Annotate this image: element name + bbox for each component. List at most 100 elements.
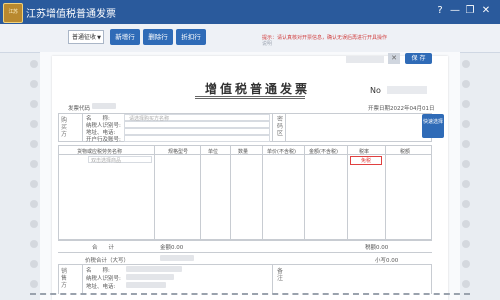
add-row-button[interactable]: 新增行 [110,29,140,45]
logo-text: 江苏 [8,9,18,15]
divider [82,113,83,142]
total-label: 合 计 [92,245,115,251]
buyer-section-label: 购买方 [60,117,67,138]
divider [304,145,305,240]
seller-taxid-label: 纳税人识别号: [86,276,121,282]
feed-hole [462,280,470,288]
notice-text: 提示：请认真核对开票信息，确认无误后再进行开具操作 [262,35,388,41]
title-underline [195,98,305,99]
feed-hole [462,100,470,108]
feed-hole [462,160,470,168]
feed-hole [462,220,470,228]
divider [200,145,201,240]
grand-total-label: 价税合计（大写） [85,258,130,264]
feed-hole [30,280,38,288]
hint-text: 说明 [262,41,273,47]
invoice-no-value [387,86,427,94]
col-tax: 税额 [400,149,411,155]
feed-hole [30,240,38,248]
feed-hole [30,120,38,128]
feed-hole [30,200,38,208]
title-bar: 江苏 江苏增值税普通发票 ? — ❐ ✕ [0,0,500,24]
maximize-icon[interactable]: ❐ [463,4,477,18]
quick-select-button[interactable]: 快速选择 [422,114,444,138]
invoice-type-select[interactable]: 普通征收 ▼ [68,30,104,44]
goods-name-field[interactable]: 双击选择商品 [88,156,152,164]
search-input[interactable] [346,56,384,63]
feed-hole [30,60,38,68]
total-tax: 税额0.00 [365,245,389,251]
invoice-code-value [92,103,116,109]
feed-hole [462,60,470,68]
discount-row-button[interactable]: 折扣行 [176,29,206,45]
feed-hole [30,260,38,268]
col-goods-name: 货物或应税劳务名称 [77,149,123,155]
seller-section-label: 销售方 [60,268,67,289]
divider [154,145,155,240]
seller-name-value [126,266,182,272]
divider [272,113,273,142]
divider [230,145,231,240]
total-amount: 金额0.00 [160,245,184,251]
minimize-icon[interactable]: — [448,4,462,18]
invoice-type-value: 普通征收 [72,34,97,41]
col-quantity: 数量 [238,149,249,155]
divider [82,264,83,294]
grand-total-upper [160,255,194,261]
feed-hole [30,160,38,168]
divider [58,240,432,241]
feed-hole [462,260,470,268]
feed-hole [462,200,470,208]
invoice-code-label: 发票代码 [68,106,91,112]
seller-name-label: 名 称: [86,268,110,274]
feed-hole [30,180,38,188]
feed-hole [30,80,38,88]
divider [347,145,348,240]
buyer-name-field[interactable]: 请选择购买方名称 [124,114,270,122]
help-icon[interactable]: ? [433,4,447,18]
feed-hole [462,140,470,148]
title-underline [195,96,305,97]
remarks-label: 备注 [276,268,283,282]
buyer-bank-field[interactable] [124,135,270,142]
col-unit: 单位 [208,149,219,155]
invoice-date: 开票日期2022年04月01日 [368,106,435,112]
save-button[interactable]: 保 存 [405,53,432,64]
password-area-label: 密码区 [276,116,283,137]
seller-address-label: 地址、电话: [86,284,116,290]
delete-row-button[interactable]: 删除行 [143,29,173,45]
app-logo: 江苏 [3,3,23,23]
col-tax-rate: 税率 [359,149,370,155]
divider [58,264,432,265]
feed-hole [462,180,470,188]
chevron-down-icon: ▼ [97,35,101,41]
seller-taxid-value [126,274,174,280]
divider [431,264,432,294]
toolbar: 普通征收 ▼ 新增行 删除行 折扣行 提示：请认真核对开票信息，确认无误后再进行… [0,24,500,53]
divider [285,113,286,142]
grand-total-small: 小写0.00 [375,258,399,264]
feed-hole [462,80,470,88]
invoice-title: 增值税普通发票 [205,82,311,96]
col-unit-price: 单价(不含税) [267,149,296,155]
buyer-address-field[interactable] [124,128,270,135]
feed-hole [30,220,38,228]
feed-hole [462,120,470,128]
close-icon[interactable]: ✕ [479,4,493,18]
divider [385,145,386,240]
close-invoice-icon[interactable]: ✕ [388,53,400,64]
divider [262,145,263,240]
tax-rate-cell[interactable]: 免税 [350,156,382,165]
goods-placeholder: 双击选择商品 [91,158,122,164]
feed-hole [30,100,38,108]
col-spec: 规格型号 [168,149,189,155]
invoice-no-label: No [370,86,381,95]
tear-line [30,293,470,295]
buyer-taxid-field[interactable] [124,121,270,128]
divider [58,252,432,253]
buyer-bank-label: 开户行及账号: [86,137,121,143]
col-amount: 金额(不含税) [309,149,338,155]
window-title: 江苏增值税普通发票 [26,9,116,20]
feed-hole [462,240,470,248]
divider [272,264,273,294]
